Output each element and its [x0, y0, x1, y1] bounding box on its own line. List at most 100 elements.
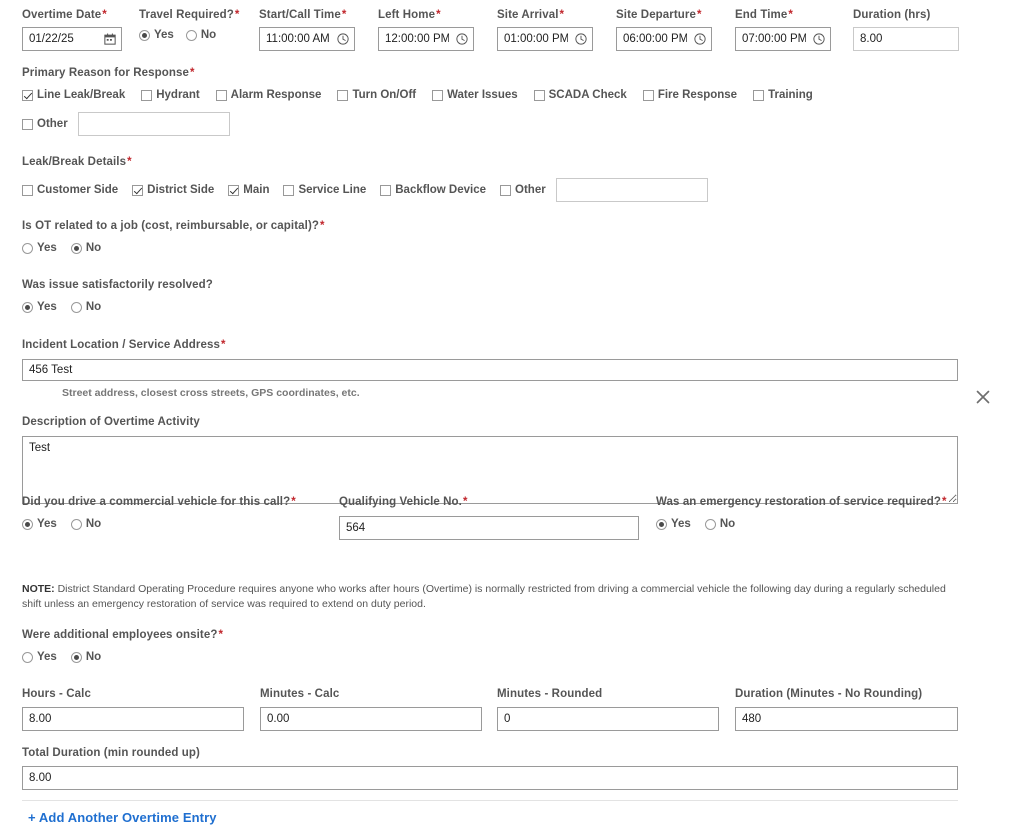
ot-related-options: Yes No [22, 242, 325, 254]
additional-employees-no[interactable]: No [70, 651, 101, 663]
label-end-time: End Time* [735, 9, 793, 21]
radio-indicator[interactable] [22, 651, 33, 663]
checkbox-scada-check[interactable]: SCADA Check [533, 89, 627, 101]
checkbox-primary-reason-other[interactable]: Other [22, 118, 68, 130]
checkbox-water-issues[interactable]: Water Issues [432, 89, 518, 101]
section-incident-location: Incident Location / Service Address* Str… [22, 338, 958, 399]
checkbox-line-leak-break[interactable]: Line Leak/Break [22, 89, 125, 101]
checkbox-leak-break-other[interactable]: Other [500, 184, 546, 196]
field-duration-minutes-no-rounding: Duration (Minutes - No Rounding) [735, 687, 958, 731]
travel-required-yes[interactable]: Yes [139, 29, 174, 41]
radio-indicator[interactable] [185, 29, 197, 41]
label-ot-related-to-job: Is OT related to a job (cost, reimbursab… [22, 220, 325, 232]
duration-hrs-input[interactable] [853, 27, 959, 51]
time-entry-row: Overtime Date* Travel Required?* Yes No … [0, 0, 1034, 58]
checkbox-indicator[interactable] [432, 89, 444, 101]
radio-indicator[interactable] [70, 651, 82, 663]
section-leak-break-details: Leak/Break Details* Customer Side Distri… [22, 155, 708, 202]
travel-required-no[interactable]: No [185, 29, 216, 41]
field-overtime-date: Overtime Date* [22, 8, 122, 51]
leak-break-options: Customer Side District Side Main Service… [22, 178, 708, 202]
emergency-restoration-options: Yes No [656, 518, 947, 530]
close-x-icon[interactable] [974, 388, 992, 406]
checkbox-indicator[interactable] [533, 89, 545, 101]
minutes-calc-input[interactable] [260, 707, 482, 731]
required-asterisk: * [127, 156, 132, 168]
leak-break-other-input[interactable] [555, 178, 708, 202]
issue-resolved-options: Yes No [22, 301, 213, 313]
checkbox-turn-on-off[interactable]: Turn On/Off [337, 89, 416, 101]
checkbox-indicator[interactable] [215, 89, 227, 101]
checkbox-customer-side[interactable]: Customer Side [22, 184, 118, 196]
emergency-restoration-yes[interactable]: Yes [656, 518, 691, 530]
checkbox-indicator[interactable] [22, 89, 33, 101]
radio-indicator[interactable] [22, 242, 33, 254]
checkbox-indicator[interactable] [141, 89, 153, 101]
radio-indicator[interactable] [70, 301, 82, 313]
section-divider [22, 800, 958, 801]
label-left-home: Left Home* [378, 9, 441, 21]
add-another-overtime-entry-link[interactable]: + Add Another Overtime Entry [28, 810, 217, 825]
ot-related-yes[interactable]: Yes [22, 242, 57, 254]
checkbox-indicator[interactable] [283, 184, 295, 196]
checkbox-main[interactable]: Main [228, 184, 269, 196]
duration-minutes-no-rounding-input[interactable] [735, 707, 958, 731]
overtime-date-input[interactable] [22, 27, 122, 51]
incident-location-input[interactable] [22, 359, 958, 381]
radio-indicator[interactable] [656, 518, 667, 530]
label-overtime-date: Overtime Date* [22, 9, 107, 21]
label-incident-location: Incident Location / Service Address* [22, 339, 226, 351]
end-time-input[interactable] [735, 27, 831, 51]
description-textarea[interactable]: Test [22, 436, 958, 504]
left-home-input[interactable] [378, 27, 474, 51]
total-duration-input[interactable] [22, 766, 958, 790]
ot-related-no[interactable]: No [70, 242, 101, 254]
checkbox-indicator[interactable] [642, 89, 654, 101]
checkbox-indicator[interactable] [132, 184, 144, 196]
radio-indicator[interactable] [704, 518, 716, 530]
checkbox-training[interactable]: Training [753, 89, 813, 101]
checkbox-alarm-response[interactable]: Alarm Response [215, 89, 321, 101]
required-asterisk: * [102, 9, 107, 21]
emergency-restoration-no[interactable]: No [704, 518, 735, 530]
primary-reason-other-input[interactable] [77, 112, 230, 136]
radio-indicator[interactable] [70, 518, 82, 530]
label-site-arrival: Site Arrival* [497, 9, 565, 21]
commercial-vehicle-options: Yes No [22, 518, 296, 530]
radio-indicator[interactable] [139, 29, 150, 41]
commercial-vehicle-no[interactable]: No [70, 518, 101, 530]
primary-reason-other-row: Other [22, 112, 825, 136]
minutes-rounded-input[interactable] [497, 707, 719, 731]
qualifying-vehicle-input[interactable] [339, 516, 639, 540]
checkbox-fire-response[interactable]: Fire Response [642, 89, 737, 101]
checkbox-indicator[interactable] [753, 89, 765, 101]
checkbox-service-line[interactable]: Service Line [283, 184, 366, 196]
hours-calc-input[interactable] [22, 707, 244, 731]
checkbox-indicator[interactable] [500, 184, 512, 196]
issue-resolved-yes[interactable]: Yes [22, 301, 57, 313]
site-departure-input[interactable] [616, 27, 712, 51]
checkbox-indicator[interactable] [380, 184, 392, 196]
label-minutes-rounded: Minutes - Rounded [497, 688, 603, 700]
additional-employees-yes[interactable]: Yes [22, 651, 57, 663]
radio-indicator[interactable] [22, 301, 33, 313]
radio-indicator[interactable] [70, 242, 82, 254]
commercial-vehicle-yes[interactable]: Yes [22, 518, 57, 530]
checkbox-indicator[interactable] [337, 89, 349, 101]
field-end-time: End Time* [735, 8, 831, 51]
checkbox-indicator[interactable] [228, 184, 240, 196]
section-emergency-restoration: Was an emergency restoration of service … [656, 495, 947, 530]
checkbox-district-side[interactable]: District Side [132, 184, 214, 196]
field-left-home: Left Home* [378, 8, 474, 51]
site-arrival-input[interactable] [497, 27, 593, 51]
label-primary-reason: Primary Reason for Response* [22, 67, 195, 79]
travel-required-options: Yes No [139, 29, 240, 41]
issue-resolved-no[interactable]: No [70, 301, 101, 313]
radio-indicator[interactable] [22, 518, 33, 530]
required-asterisk: * [218, 629, 224, 641]
checkbox-hydrant[interactable]: Hydrant [141, 89, 200, 101]
checkbox-indicator[interactable] [22, 118, 33, 130]
checkbox-indicator[interactable] [22, 184, 33, 196]
checkbox-backflow-device[interactable]: Backflow Device [380, 184, 486, 196]
start-call-time-input[interactable] [259, 27, 355, 51]
